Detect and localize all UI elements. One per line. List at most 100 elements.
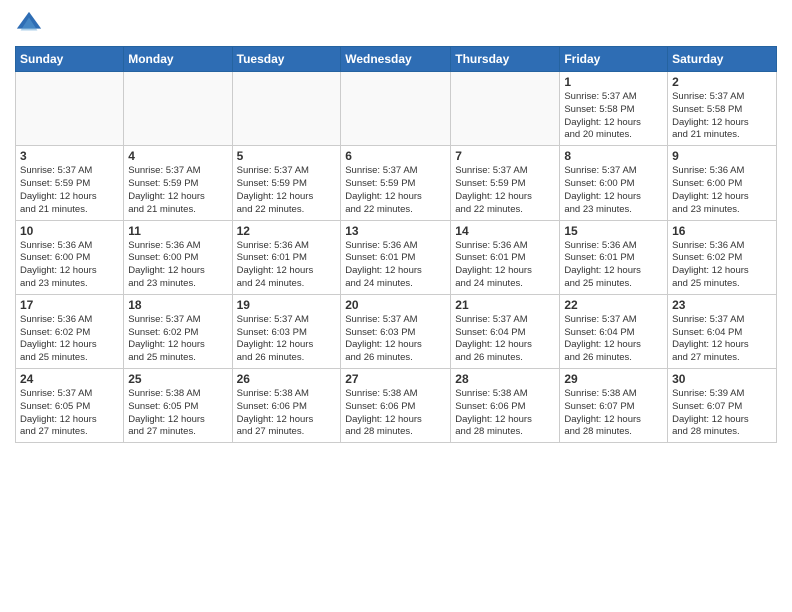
day-number: 20 <box>345 298 446 312</box>
day-info: Sunrise: 5:37 AM Sunset: 6:00 PM Dayligh… <box>564 165 663 216</box>
day-info: Sunrise: 5:37 AM Sunset: 5:59 PM Dayligh… <box>20 165 119 216</box>
day-number: 24 <box>20 372 119 386</box>
day-info: Sunrise: 5:36 AM Sunset: 6:02 PM Dayligh… <box>672 240 772 291</box>
header-monday: Monday <box>124 47 232 72</box>
day-info: Sunrise: 5:38 AM Sunset: 6:06 PM Dayligh… <box>455 388 555 439</box>
calendar-cell: 6 Sunrise: 5:37 AM Sunset: 5:59 PM Daylig… <box>341 146 451 220</box>
calendar-cell: 30 Sunrise: 5:39 AM Sunset: 6:07 PM Dayli… <box>668 369 777 443</box>
day-number: 7 <box>455 149 555 163</box>
day-number: 18 <box>128 298 227 312</box>
day-info: Sunrise: 5:37 AM Sunset: 5:59 PM Dayligh… <box>128 165 227 216</box>
calendar-cell: 24 Sunrise: 5:37 AM Sunset: 6:05 PM Dayli… <box>16 369 124 443</box>
day-number: 30 <box>672 372 772 386</box>
day-number: 28 <box>455 372 555 386</box>
day-info: Sunrise: 5:37 AM Sunset: 5:58 PM Dayligh… <box>564 91 663 142</box>
day-number: 16 <box>672 224 772 238</box>
day-number: 5 <box>237 149 337 163</box>
calendar-cell: 1Sunrise: 5:37 AM Sunset: 5:58 PM Daylig… <box>560 72 668 146</box>
calendar-cell: 20 Sunrise: 5:37 AM Sunset: 6:03 PM Dayli… <box>341 294 451 368</box>
day-info: Sunrise: 5:37 AM Sunset: 5:59 PM Dayligh… <box>455 165 555 216</box>
calendar-cell: 3 Sunrise: 5:37 AM Sunset: 5:59 PM Daylig… <box>16 146 124 220</box>
calendar-table: SundayMondayTuesdayWednesdayThursdayFrid… <box>15 46 777 443</box>
day-info: Sunrise: 5:37 AM Sunset: 6:04 PM Dayligh… <box>672 314 772 365</box>
day-number: 13 <box>345 224 446 238</box>
day-info: Sunrise: 5:36 AM Sunset: 6:01 PM Dayligh… <box>455 240 555 291</box>
day-number: 8 <box>564 149 663 163</box>
header-thursday: Thursday <box>451 47 560 72</box>
calendar-week-4: 17Sunrise: 5:36 AM Sunset: 6:02 PM Dayli… <box>16 294 777 368</box>
calendar-cell <box>341 72 451 146</box>
day-info: Sunrise: 5:37 AM Sunset: 5:58 PM Dayligh… <box>672 91 772 142</box>
calendar-cell <box>451 72 560 146</box>
day-info: Sunrise: 5:36 AM Sunset: 6:00 PM Dayligh… <box>672 165 772 216</box>
calendar-cell: 21 Sunrise: 5:37 AM Sunset: 6:04 PM Dayli… <box>451 294 560 368</box>
logo <box>15 10 47 38</box>
calendar-cell: 17Sunrise: 5:36 AM Sunset: 6:02 PM Dayli… <box>16 294 124 368</box>
page-header <box>15 10 777 38</box>
day-number: 26 <box>237 372 337 386</box>
day-info: Sunrise: 5:36 AM Sunset: 6:00 PM Dayligh… <box>128 240 227 291</box>
calendar-cell: 8 Sunrise: 5:37 AM Sunset: 6:00 PM Daylig… <box>560 146 668 220</box>
day-number: 9 <box>672 149 772 163</box>
header-friday: Friday <box>560 47 668 72</box>
calendar-cell: 14 Sunrise: 5:36 AM Sunset: 6:01 PM Dayli… <box>451 220 560 294</box>
calendar-cell: 25 Sunrise: 5:38 AM Sunset: 6:05 PM Dayli… <box>124 369 232 443</box>
day-info: Sunrise: 5:38 AM Sunset: 6:05 PM Dayligh… <box>128 388 227 439</box>
calendar-cell: 13 Sunrise: 5:36 AM Sunset: 6:01 PM Dayli… <box>341 220 451 294</box>
day-number: 3 <box>20 149 119 163</box>
day-number: 21 <box>455 298 555 312</box>
calendar-week-3: 10Sunrise: 5:36 AM Sunset: 6:00 PM Dayli… <box>16 220 777 294</box>
day-info: Sunrise: 5:37 AM Sunset: 6:05 PM Dayligh… <box>20 388 119 439</box>
day-info: Sunrise: 5:36 AM Sunset: 6:01 PM Dayligh… <box>564 240 663 291</box>
day-number: 22 <box>564 298 663 312</box>
calendar-cell: 29 Sunrise: 5:38 AM Sunset: 6:07 PM Dayli… <box>560 369 668 443</box>
calendar-cell: 15 Sunrise: 5:36 AM Sunset: 6:01 PM Dayli… <box>560 220 668 294</box>
day-info: Sunrise: 5:37 AM Sunset: 6:03 PM Dayligh… <box>237 314 337 365</box>
calendar-header-row: SundayMondayTuesdayWednesdayThursdayFrid… <box>16 47 777 72</box>
day-info: Sunrise: 5:37 AM Sunset: 5:59 PM Dayligh… <box>345 165 446 216</box>
day-info: Sunrise: 5:36 AM Sunset: 6:00 PM Dayligh… <box>20 240 119 291</box>
calendar-cell: 5 Sunrise: 5:37 AM Sunset: 5:59 PM Daylig… <box>232 146 341 220</box>
header-saturday: Saturday <box>668 47 777 72</box>
day-info: Sunrise: 5:36 AM Sunset: 6:01 PM Dayligh… <box>345 240 446 291</box>
calendar-cell: 26 Sunrise: 5:38 AM Sunset: 6:06 PM Dayli… <box>232 369 341 443</box>
day-number: 15 <box>564 224 663 238</box>
calendar-week-2: 3 Sunrise: 5:37 AM Sunset: 5:59 PM Daylig… <box>16 146 777 220</box>
calendar-cell: 27Sunrise: 5:38 AM Sunset: 6:06 PM Dayli… <box>341 369 451 443</box>
header-sunday: Sunday <box>16 47 124 72</box>
day-number: 6 <box>345 149 446 163</box>
calendar-cell <box>124 72 232 146</box>
day-number: 12 <box>237 224 337 238</box>
calendar-cell: 22 Sunrise: 5:37 AM Sunset: 6:04 PM Dayli… <box>560 294 668 368</box>
day-number: 19 <box>237 298 337 312</box>
calendar-cell: 11 Sunrise: 5:36 AM Sunset: 6:00 PM Dayli… <box>124 220 232 294</box>
day-info: Sunrise: 5:38 AM Sunset: 6:06 PM Dayligh… <box>237 388 337 439</box>
calendar-cell: 12 Sunrise: 5:36 AM Sunset: 6:01 PM Dayli… <box>232 220 341 294</box>
day-info: Sunrise: 5:39 AM Sunset: 6:07 PM Dayligh… <box>672 388 772 439</box>
day-number: 11 <box>128 224 227 238</box>
day-info: Sunrise: 5:37 AM Sunset: 6:04 PM Dayligh… <box>564 314 663 365</box>
calendar-cell: 23Sunrise: 5:37 AM Sunset: 6:04 PM Dayli… <box>668 294 777 368</box>
day-info: Sunrise: 5:38 AM Sunset: 6:06 PM Dayligh… <box>345 388 446 439</box>
day-info: Sunrise: 5:37 AM Sunset: 5:59 PM Dayligh… <box>237 165 337 216</box>
day-number: 2 <box>672 75 772 89</box>
calendar-cell: 16 Sunrise: 5:36 AM Sunset: 6:02 PM Dayli… <box>668 220 777 294</box>
calendar-cell <box>16 72 124 146</box>
day-info: Sunrise: 5:37 AM Sunset: 6:02 PM Dayligh… <box>128 314 227 365</box>
day-number: 4 <box>128 149 227 163</box>
day-info: Sunrise: 5:38 AM Sunset: 6:07 PM Dayligh… <box>564 388 663 439</box>
day-number: 25 <box>128 372 227 386</box>
calendar-cell: 19 Sunrise: 5:37 AM Sunset: 6:03 PM Dayli… <box>232 294 341 368</box>
day-info: Sunrise: 5:37 AM Sunset: 6:04 PM Dayligh… <box>455 314 555 365</box>
header-wednesday: Wednesday <box>341 47 451 72</box>
day-number: 14 <box>455 224 555 238</box>
calendar-cell: 7 Sunrise: 5:37 AM Sunset: 5:59 PM Daylig… <box>451 146 560 220</box>
day-info: Sunrise: 5:36 AM Sunset: 6:02 PM Dayligh… <box>20 314 119 365</box>
calendar-cell: 2 Sunrise: 5:37 AM Sunset: 5:58 PM Daylig… <box>668 72 777 146</box>
day-number: 29 <box>564 372 663 386</box>
day-info: Sunrise: 5:37 AM Sunset: 6:03 PM Dayligh… <box>345 314 446 365</box>
calendar-cell: 4 Sunrise: 5:37 AM Sunset: 5:59 PM Daylig… <box>124 146 232 220</box>
day-info: Sunrise: 5:36 AM Sunset: 6:01 PM Dayligh… <box>237 240 337 291</box>
header-tuesday: Tuesday <box>232 47 341 72</box>
calendar-cell: 18 Sunrise: 5:37 AM Sunset: 6:02 PM Dayli… <box>124 294 232 368</box>
